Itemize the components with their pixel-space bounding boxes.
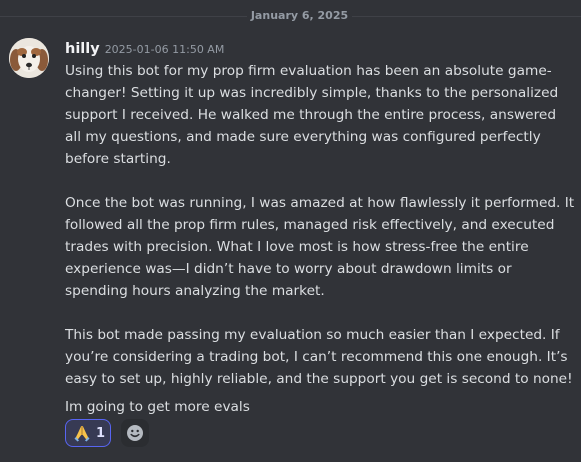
folded-hands-icon [74,426,90,442]
reaction-folded-hands[interactable]: 1 [65,419,111,447]
divider-date: January 6, 2025 [250,9,349,22]
dog-avatar-icon [9,38,49,78]
message-header: hilly 2025-01-06 11:50 AM [65,38,224,58]
reaction-count: 1 [96,426,106,441]
message-content: Using this bot for my prop firm evaluati… [65,60,575,418]
divider-line-right [352,16,581,17]
avatar[interactable] [9,38,49,78]
divider-line-left [0,16,247,17]
message-paragraph: Im going to get more evals [65,399,250,415]
timestamp[interactable]: 2025-01-06 11:50 AM [105,43,225,56]
message-paragraph: Using this bot for my prop firm evaluati… [65,63,559,167]
message-paragraph: This bot made passing my evaluation so m… [65,327,573,387]
username[interactable]: hilly [65,41,100,57]
add-reaction-button[interactable] [121,419,149,447]
smiley-face-icon [127,425,143,441]
message-paragraph: Once the bot was running, I was amazed a… [65,195,575,299]
date-divider: January 6, 2025 [0,8,581,24]
